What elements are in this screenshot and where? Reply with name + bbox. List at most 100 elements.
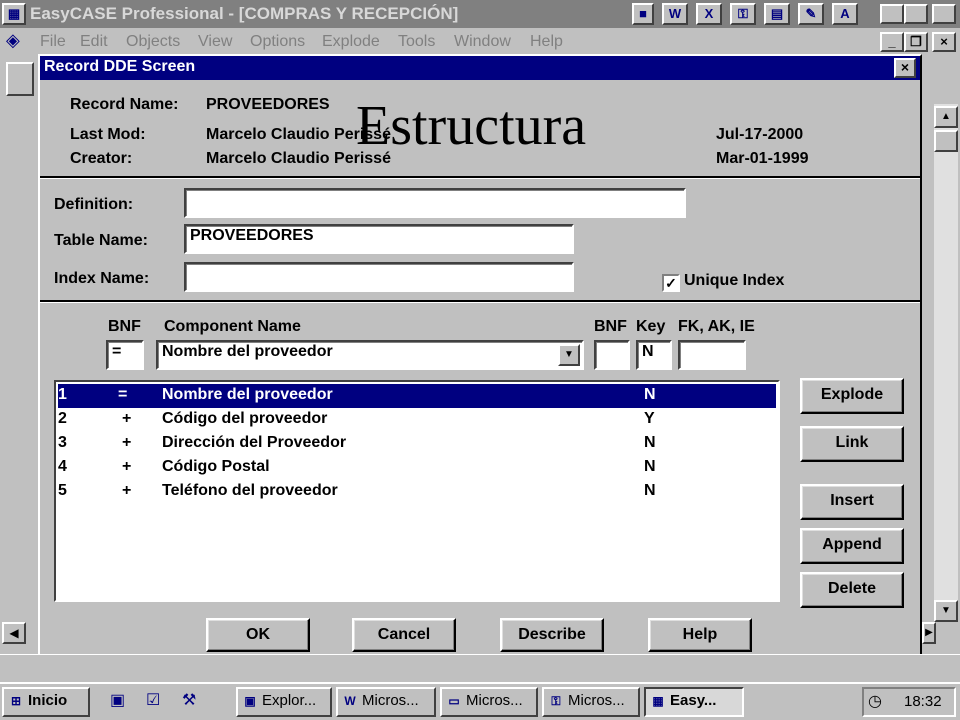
component-name-value: Nombre del proveedor: [162, 343, 333, 360]
quick-explorer-icon[interactable]: ▣: [110, 690, 134, 714]
table-name-label: Table Name:: [54, 232, 148, 249]
key-input[interactable]: N: [636, 340, 672, 370]
scheduler-icon[interactable]: ◷: [868, 691, 882, 711]
menu-options[interactable]: Options: [250, 33, 305, 51]
row-number: 4: [58, 458, 67, 475]
task-explorer[interactable]: ▣ Explor...: [236, 687, 332, 717]
explode-button[interactable]: Explode: [800, 378, 904, 414]
list-item[interactable]: 3 + Dirección del Proveedor N: [58, 432, 776, 456]
list-item[interactable]: 1 = Nombre del proveedor N: [58, 384, 776, 408]
acrobat-icon[interactable]: A: [832, 3, 858, 25]
taskbar: ⊞ Inicio ▣ ☑ ⚒ ▣ Explor... W Micros... ▭…: [0, 682, 960, 720]
task-powerpoint[interactable]: ▭ Micros...: [440, 687, 538, 717]
dialog-close-icon[interactable]: ×: [894, 58, 916, 78]
bnf-column-header: BNF: [108, 318, 141, 335]
component-name-column-header: Component Name: [164, 318, 301, 335]
ok-button[interactable]: OK: [206, 618, 310, 652]
scroll-up-icon[interactable]: ▲: [934, 106, 958, 128]
vertical-scrollbar[interactable]: [934, 104, 958, 608]
last-mod-date: Jul-17-2000: [716, 126, 804, 143]
task-label: Micros...: [362, 692, 419, 709]
row-bnf: +: [122, 458, 132, 475]
minimize-icon[interactable]: _: [880, 4, 904, 24]
fk-input[interactable]: [678, 340, 746, 370]
explorer-icon[interactable]: ▤: [764, 3, 790, 25]
quick-tools-icon[interactable]: ⚒: [182, 690, 206, 714]
clock[interactable]: 18:32: [904, 693, 942, 710]
quick-checklist-icon[interactable]: ☑: [146, 690, 170, 714]
describe-button[interactable]: Describe: [500, 618, 604, 652]
record-name-label: Record Name:: [70, 96, 179, 113]
row-name: Nombre del proveedor: [162, 386, 333, 403]
list-item[interactable]: 4 + Código Postal N: [58, 456, 776, 480]
list-item[interactable]: 5 + Teléfono del proveedor N: [58, 480, 776, 504]
key-icon[interactable]: ⚿: [730, 3, 756, 25]
child-close-icon[interactable]: ×: [932, 32, 956, 52]
component-list[interactable]: 1 = Nombre del proveedor N 2 + Código de…: [54, 380, 780, 602]
scroll-right-icon[interactable]: ▶: [922, 622, 936, 644]
row-name: Dirección del Proveedor: [162, 434, 347, 451]
delete-button[interactable]: Delete: [800, 572, 904, 608]
divider: [40, 176, 920, 179]
row-name: Código Postal: [162, 458, 270, 475]
folder-icon: ▣: [244, 694, 256, 708]
definition-label: Definition:: [54, 196, 134, 213]
task-label: Explor...: [262, 692, 317, 709]
easycase-icon: ▦: [652, 694, 664, 708]
task-other[interactable]: ⚿ Micros...: [542, 687, 640, 717]
index-name-field[interactable]: [184, 262, 574, 292]
divider: [40, 300, 920, 303]
menu-edit[interactable]: Edit: [80, 33, 108, 51]
row-bnf: +: [122, 410, 132, 427]
start-button[interactable]: ⊞ Inicio: [2, 687, 90, 717]
help-button[interactable]: Help: [648, 618, 752, 652]
child-minimize-icon[interactable]: _: [880, 32, 904, 52]
bnf2-input[interactable]: [594, 340, 630, 370]
menu-window[interactable]: Window: [454, 33, 511, 51]
row-number: 3: [58, 434, 67, 451]
definition-field[interactable]: [184, 188, 686, 218]
child-restore-icon[interactable]: ❐: [904, 32, 928, 52]
restore-icon[interactable]: ❐: [904, 4, 928, 24]
dropdown-arrow-icon[interactable]: ▼: [558, 344, 580, 366]
scroll-thumb[interactable]: [934, 130, 958, 152]
menu-view[interactable]: View: [198, 33, 232, 51]
insert-button[interactable]: Insert: [800, 484, 904, 520]
component-name-combobox[interactable]: Nombre del proveedor ▼: [156, 340, 584, 370]
menu-explode[interactable]: Explode: [322, 33, 380, 51]
row-number: 5: [58, 482, 67, 499]
unique-index-label: Unique Index: [684, 272, 785, 289]
bnf2-column-header: BNF: [594, 318, 627, 335]
bnf-input[interactable]: =: [106, 340, 144, 370]
toolbar-page-icon[interactable]: [6, 62, 34, 96]
menu-tools[interactable]: Tools: [398, 33, 435, 51]
background-toolbar: ◀ Op: [0, 56, 38, 678]
unique-index-checkbox[interactable]: ✓: [662, 274, 680, 292]
task-word[interactable]: W Micros...: [336, 687, 436, 717]
task-label: Micros...: [568, 692, 625, 709]
list-item[interactable]: 2 + Código del proveedor Y: [58, 408, 776, 432]
menu-file[interactable]: File: [40, 33, 66, 51]
excel-icon[interactable]: X: [696, 3, 722, 25]
link-button[interactable]: Link: [800, 426, 904, 462]
easycase-app-icon[interactable]: ▦: [2, 3, 26, 25]
creator-label: Creator:: [70, 150, 133, 167]
word-icon[interactable]: W: [662, 3, 688, 25]
table-name-field[interactable]: PROVEEDORES: [184, 224, 574, 254]
row-bnf: +: [122, 434, 132, 451]
row-number: 1: [58, 386, 67, 403]
scroll-down-icon[interactable]: ▼: [934, 600, 958, 622]
scroll-left-icon[interactable]: ◀: [2, 622, 26, 644]
close-icon[interactable]: ×: [932, 4, 956, 24]
menu-objects[interactable]: Objects: [126, 33, 180, 51]
task-easycase[interactable]: ▦ Easy...: [644, 687, 744, 717]
key-icon: ⚿: [551, 694, 561, 708]
cancel-button[interactable]: Cancel: [352, 618, 456, 652]
document-icon[interactable]: ◈: [6, 30, 30, 54]
background-scrollbar: ▲ ▼ ▶ 5: [922, 56, 960, 678]
row-bnf: =: [118, 386, 128, 403]
menubar: ◈ File Edit Objects View Options Explode…: [0, 28, 960, 56]
notepad-icon[interactable]: ✎: [798, 3, 824, 25]
menu-help[interactable]: Help: [530, 33, 563, 51]
append-button[interactable]: Append: [800, 528, 904, 564]
